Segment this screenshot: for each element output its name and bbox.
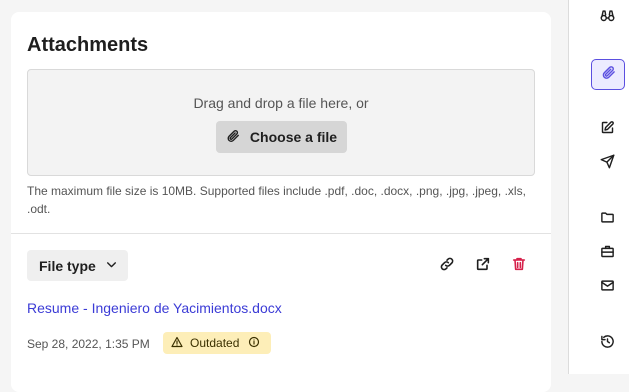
dropzone-text: Drag and drop a file here, or bbox=[193, 95, 369, 111]
file-dropzone[interactable]: Drag and drop a file here, or Choose a f… bbox=[27, 69, 535, 176]
paperclip-icon bbox=[226, 129, 240, 146]
send-icon bbox=[600, 154, 615, 174]
delete-file-button[interactable] bbox=[510, 257, 528, 275]
rail-briefcase-button[interactable] bbox=[594, 241, 620, 267]
link-icon bbox=[439, 256, 455, 277]
info-icon[interactable] bbox=[248, 336, 260, 351]
file-type-label: File type bbox=[39, 257, 96, 274]
rail-edit-button[interactable] bbox=[594, 117, 620, 143]
history-icon bbox=[600, 334, 615, 354]
rail-folder-button[interactable] bbox=[594, 207, 620, 233]
choose-file-button[interactable]: Choose a file bbox=[216, 121, 347, 153]
copy-link-button[interactable] bbox=[438, 257, 456, 275]
divider bbox=[11, 233, 551, 234]
binoculars-icon bbox=[600, 8, 615, 28]
warning-icon bbox=[171, 336, 183, 351]
rail-history-button[interactable] bbox=[594, 331, 620, 357]
file-type-dropdown[interactable]: File type bbox=[27, 250, 128, 281]
rail-mail-button[interactable] bbox=[594, 275, 620, 301]
paperclip-icon bbox=[601, 65, 616, 85]
rail-attachments-button[interactable] bbox=[591, 59, 625, 90]
mail-icon bbox=[600, 278, 615, 298]
file-name-link[interactable]: Resume - Ingeniero de Yacimientos.docx bbox=[27, 300, 282, 316]
choose-file-label: Choose a file bbox=[249, 129, 338, 145]
status-badge: Outdated bbox=[163, 332, 271, 354]
external-link-icon bbox=[475, 256, 491, 277]
trash-icon bbox=[511, 256, 527, 277]
file-date: Sep 28, 2022, 1:35 PM bbox=[27, 337, 150, 351]
rail-send-button[interactable] bbox=[594, 151, 620, 177]
attachments-panel: Attachments Drag and drop a file here, o… bbox=[11, 12, 551, 392]
panel-title: Attachments bbox=[27, 34, 149, 56]
folder-icon bbox=[600, 210, 615, 230]
status-label: Outdated bbox=[190, 336, 240, 350]
briefcase-icon bbox=[600, 244, 615, 264]
edit-icon bbox=[600, 120, 615, 140]
open-external-button[interactable] bbox=[474, 257, 492, 275]
file-help-text: The maximum file size is 10MB. Supported… bbox=[27, 184, 526, 216]
chevron-down-icon bbox=[105, 258, 118, 274]
rail-binoculars-button[interactable] bbox=[594, 5, 620, 31]
right-icon-rail bbox=[569, 0, 629, 374]
